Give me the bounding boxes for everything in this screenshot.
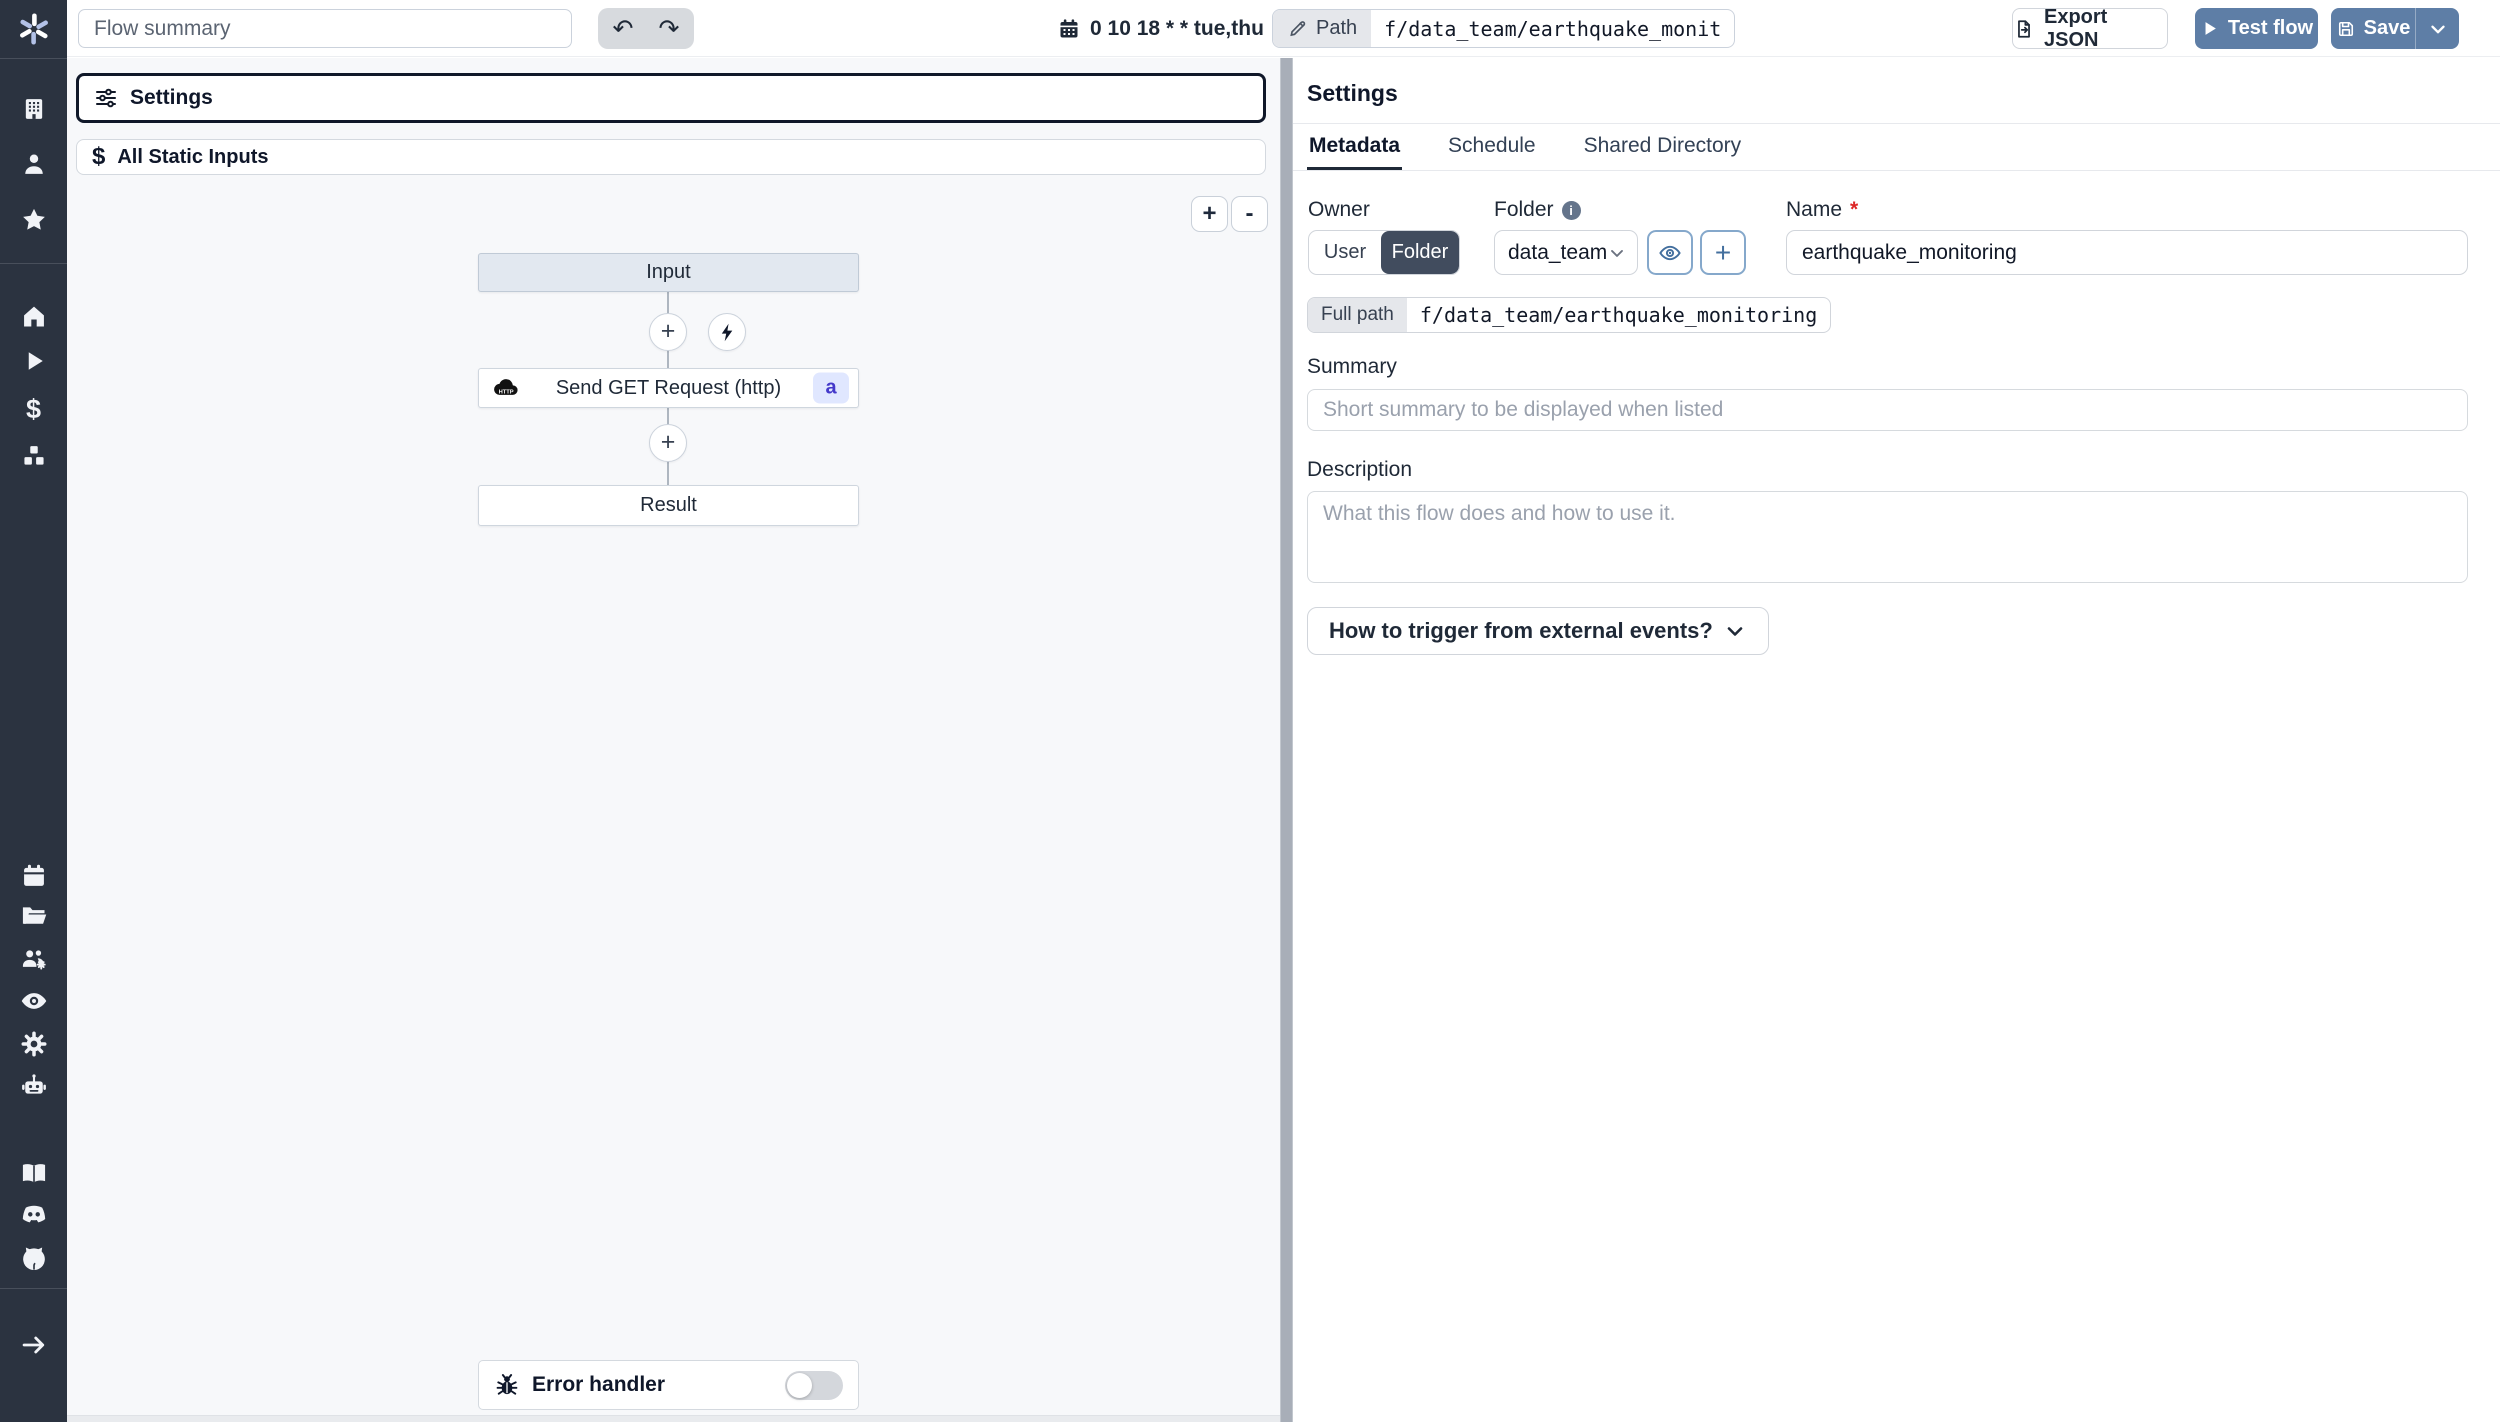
folder-select-value: data_team (1508, 240, 1608, 264)
bug-icon (494, 1372, 520, 1398)
sidebar-divider (0, 58, 67, 59)
chevron-down-icon (1607, 243, 1627, 263)
pencil-icon (1287, 18, 1308, 39)
workers-robot-icon[interactable] (19, 1071, 49, 1101)
chevron-down-icon (1723, 619, 1747, 643)
add-step-button[interactable]: + (649, 424, 687, 462)
favorites-star-icon[interactable] (19, 205, 49, 235)
horizontal-scrollbar[interactable] (67, 1415, 1280, 1422)
export-json-button[interactable]: Export JSON (2012, 6, 2168, 51)
variables-dollar-icon[interactable]: $ (19, 394, 49, 424)
flow-name-input[interactable] (1786, 230, 2468, 275)
settings-panel: Settings Metadata Schedule Shared Direct… (1293, 58, 2500, 1422)
path-chip-label: Path (1273, 10, 1372, 47)
all-static-inputs-card[interactable]: $ All Static Inputs (76, 139, 1266, 175)
flow-summary-input[interactable] (78, 9, 572, 48)
discord-icon[interactable] (19, 1199, 49, 1229)
undo-redo-group: ↶ ↷ (598, 8, 694, 49)
flow-settings-card[interactable]: Settings (76, 73, 1266, 123)
path-chip[interactable]: Path f/data_team/earthquake_monit (1272, 9, 1736, 48)
full-path-label: Full path (1308, 298, 1407, 332)
path-chip-value: f/data_team/earthquake_monit (1384, 16, 1722, 41)
file-export-icon (2013, 18, 2035, 40)
owner-user-option[interactable]: User (1309, 231, 1381, 274)
settings-tabs: Metadata Schedule Shared Directory (1307, 124, 1743, 171)
test-flow-button[interactable]: Test flow (2195, 8, 2318, 49)
sliders-icon (94, 86, 118, 110)
sidebar-divider (0, 263, 67, 264)
description-label: Description (1307, 458, 1413, 481)
full-path-chip: Full path f/data_team/earthquake_monitor… (1307, 297, 1832, 333)
error-handler-card[interactable]: Error handler (478, 1360, 859, 1410)
folder-select[interactable]: data_team (1494, 230, 1638, 275)
audit-eye-icon[interactable] (19, 986, 49, 1016)
all-static-inputs-label: All Static Inputs (117, 145, 269, 168)
summary-label: Summary (1307, 355, 1397, 378)
name-label: Name * (1786, 198, 1859, 221)
zoom-in-button[interactable]: + (1191, 196, 1228, 232)
full-path-value: f/data_team/earthquake_monitoring (1419, 303, 1818, 327)
svg-text:HTTP: HTTP (499, 389, 514, 395)
undo-button[interactable]: ↶ (600, 10, 646, 47)
info-icon[interactable]: i (1561, 200, 1581, 220)
tabs-divider (1293, 170, 2500, 171)
trigger-help-button[interactable]: How to trigger from external events? (1307, 607, 1769, 655)
flow-settings-card-label: Settings (130, 86, 213, 109)
folders-icon[interactable] (19, 900, 49, 930)
input-node[interactable]: Input (478, 253, 859, 292)
flow-canvas-panel: Settings $ All Static Inputs + - Input +… (67, 58, 1280, 1422)
error-handler-label: Error handler (532, 1373, 666, 1396)
error-handler-toggle[interactable] (785, 1370, 843, 1400)
http-step-label: Send GET Request (http) (555, 376, 782, 399)
http-cloud-icon: HTTP (491, 373, 521, 403)
settings-title: Settings (1307, 80, 1398, 106)
resources-cubes-icon[interactable] (19, 441, 49, 471)
groups-users-gear-icon[interactable] (19, 944, 49, 974)
add-folder-button[interactable]: + (1700, 230, 1746, 275)
windmill-logo-icon[interactable] (15, 10, 53, 48)
trigger-bolt-button[interactable] (708, 313, 746, 351)
save-split-button: Save (2331, 8, 2459, 49)
required-asterisk: * (1850, 198, 1859, 221)
folder-label: Folder i (1494, 198, 1581, 222)
expand-arrow-right-icon[interactable] (19, 1330, 49, 1360)
schedule-cron-text: 0 10 18 * * tue,thu (1090, 16, 1264, 40)
result-node[interactable]: Result (478, 485, 859, 526)
panel-splitter[interactable] (1280, 58, 1293, 1422)
step-id-badge: a (813, 372, 849, 404)
dollar-icon: $ (92, 143, 106, 170)
workspace-building-icon[interactable] (19, 94, 49, 124)
owner-label: Owner (1308, 198, 1370, 221)
schedule-cron[interactable]: 0 10 18 * * tue,thu (1057, 0, 1264, 57)
user-icon[interactable] (19, 149, 49, 179)
schedules-calendar-icon[interactable] (19, 861, 49, 891)
sidebar-divider (0, 1288, 67, 1289)
redo-button[interactable]: ↷ (646, 10, 692, 47)
home-icon[interactable] (19, 301, 49, 331)
settings-gear-icon[interactable] (19, 1029, 49, 1059)
tab-metadata[interactable]: Metadata (1307, 124, 1403, 171)
topbar: ↶ ↷ 0 10 18 * * tue,thu Path f/data_team… (67, 0, 2500, 57)
tab-shared-directory[interactable]: Shared Directory (1582, 124, 1744, 171)
github-icon[interactable] (19, 1243, 49, 1273)
description-textarea[interactable] (1307, 491, 2468, 583)
save-disk-icon (2336, 19, 2356, 39)
http-step-node[interactable]: HTTP Send GET Request (http) a (478, 368, 859, 408)
docs-book-icon[interactable] (19, 1158, 49, 1188)
chevron-down-icon (2427, 18, 2449, 40)
owner-folder-option[interactable]: Folder (1381, 231, 1459, 274)
calendar-icon (1057, 17, 1081, 41)
save-button[interactable]: Save (2331, 8, 2415, 49)
save-dropdown-button[interactable] (2415, 8, 2459, 49)
app-sidebar: $ (0, 0, 67, 1422)
play-icon (2200, 19, 2219, 38)
toggle-knob (787, 1372, 812, 1398)
zoom-out-button[interactable]: - (1231, 196, 1268, 232)
owner-toggle-group: User Folder (1308, 230, 1460, 275)
tab-schedule[interactable]: Schedule (1446, 124, 1538, 171)
runs-play-icon[interactable] (19, 346, 49, 376)
view-folder-eye-button[interactable] (1647, 230, 1693, 275)
summary-input[interactable] (1307, 389, 2468, 431)
add-step-button[interactable]: + (649, 313, 687, 351)
